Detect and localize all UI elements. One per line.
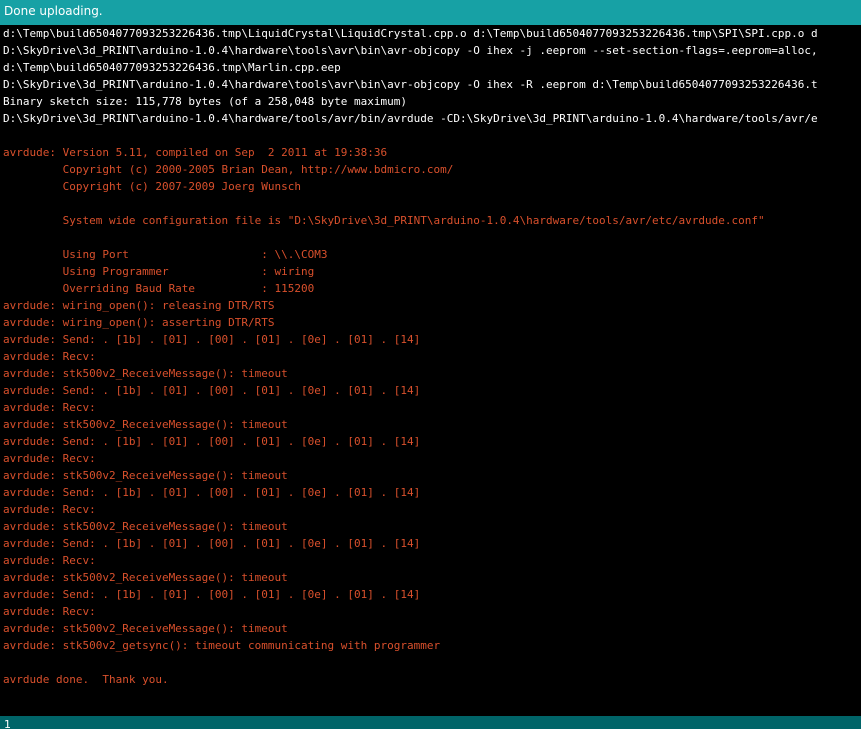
line-number: 1: [4, 718, 11, 729]
console-output[interactable]: d:\Temp\build6504077093253226436.tmp\Liq…: [0, 25, 861, 716]
console-line: D:\SkyDrive\3d_PRINT\arduino-1.0.4\hardw…: [3, 78, 818, 91]
console-line: avrdude: stk500v2_ReceiveMessage(): time…: [3, 520, 288, 533]
console-line: Overriding Baud Rate : 115200: [3, 282, 315, 295]
console-line: avrdude: Send: . [1b] . [01] . [00] . [0…: [3, 588, 421, 601]
console-line: D:\SkyDrive\3d_PRINT\arduino-1.0.4\hardw…: [3, 44, 818, 57]
console-line: avrdude: Send: . [1b] . [01] . [00] . [0…: [3, 435, 421, 448]
line-number-bar: 1: [0, 716, 861, 729]
status-message: Done uploading.: [4, 4, 103, 18]
console-line: avrdude: Recv:: [3, 503, 96, 516]
console-line: Using Programmer : wiring: [3, 265, 315, 278]
console-line: avrdude: stk500v2_ReceiveMessage(): time…: [3, 418, 288, 431]
arduino-ide-output-window: Done uploading. d:\Temp\build65040770932…: [0, 0, 861, 729]
console-line: Using Port : \\.\COM3: [3, 248, 328, 261]
console-line: d:\Temp\build6504077093253226436.tmp\Mar…: [3, 61, 341, 74]
console-line: d:\Temp\build6504077093253226436.tmp\Liq…: [3, 27, 818, 40]
console-line: Copyright (c) 2007-2009 Joerg Wunsch: [3, 180, 302, 193]
console-line: avrdude: wiring_open(): asserting DTR/RT…: [3, 316, 275, 329]
console-line: avrdude: Recv:: [3, 350, 96, 363]
console-line: avrdude: stk500v2_ReceiveMessage(): time…: [3, 622, 288, 635]
console-line: avrdude: stk500v2_ReceiveMessage(): time…: [3, 367, 288, 380]
console-line: avrdude: Version 5.11, compiled on Sep 2…: [3, 146, 388, 159]
console-line: avrdude: Recv:: [3, 605, 96, 618]
console-line: avrdude done. Thank you.: [3, 673, 169, 686]
console-line: avrdude: stk500v2_ReceiveMessage(): time…: [3, 469, 288, 482]
console-line: avrdude: wiring_open(): releasing DTR/RT…: [3, 299, 275, 312]
console-line: System wide configuration file is "D:\Sk…: [3, 214, 765, 227]
console-line: avrdude: Recv:: [3, 401, 96, 414]
console-line: Binary sketch size: 115,778 bytes (of a …: [3, 95, 407, 108]
console-line: D:\SkyDrive\3d_PRINT\arduino-1.0.4\hardw…: [3, 112, 818, 125]
console-line: avrdude: stk500v2_getsync(): timeout com…: [3, 639, 441, 652]
console-line: avrdude: Send: . [1b] . [01] . [00] . [0…: [3, 384, 421, 397]
console-line: avrdude: Send: . [1b] . [01] . [00] . [0…: [3, 333, 421, 346]
console-line: avrdude: stk500v2_ReceiveMessage(): time…: [3, 571, 288, 584]
status-bar: Done uploading.: [0, 0, 861, 25]
console-line: avrdude: Send: . [1b] . [01] . [00] . [0…: [3, 537, 421, 550]
console-lines: d:\Temp\build6504077093253226436.tmp\Liq…: [0, 25, 861, 705]
console-line: avrdude: Recv:: [3, 554, 96, 567]
console-line: avrdude: Send: . [1b] . [01] . [00] . [0…: [3, 486, 421, 499]
console-line: Copyright (c) 2000-2005 Brian Dean, http…: [3, 163, 454, 176]
console-line: avrdude: Recv:: [3, 452, 96, 465]
